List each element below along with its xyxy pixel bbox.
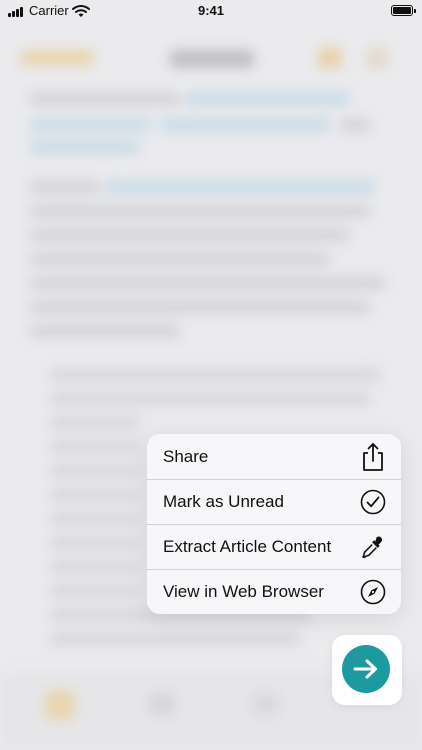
context-menu: Share Mark as Unread Extract Article Con… — [147, 434, 401, 614]
status-bar: Carrier 9:41 — [0, 0, 422, 22]
battery-icon — [391, 5, 416, 16]
compass-icon — [359, 578, 387, 606]
menu-item-label: Share — [163, 446, 209, 466]
screen: Carrier 9:41 Share Mark as Unread Extrac… — [0, 0, 422, 750]
menu-item-label: Extract Article Content — [163, 537, 332, 556]
extract-article-content-menu-item[interactable]: Extract Article Content — [147, 524, 401, 569]
fab-container — [332, 635, 402, 705]
arrow-right-icon — [353, 659, 377, 679]
view-in-web-browser-menu-item[interactable]: View in Web Browser — [147, 569, 401, 614]
share-icon — [359, 442, 387, 471]
mark-as-unread-menu-item[interactable]: Mark as Unread — [147, 479, 401, 524]
clock: 9:41 — [197, 3, 225, 18]
share-menu-item[interactable]: Share — [147, 434, 401, 479]
open-article-button[interactable] — [342, 645, 390, 693]
checkmark-circle-icon — [359, 488, 387, 516]
menu-item-label: View in Web Browser — [163, 582, 324, 601]
menu-item-label: Mark as Unread — [163, 492, 284, 511]
eyedropper-icon — [359, 533, 387, 561]
